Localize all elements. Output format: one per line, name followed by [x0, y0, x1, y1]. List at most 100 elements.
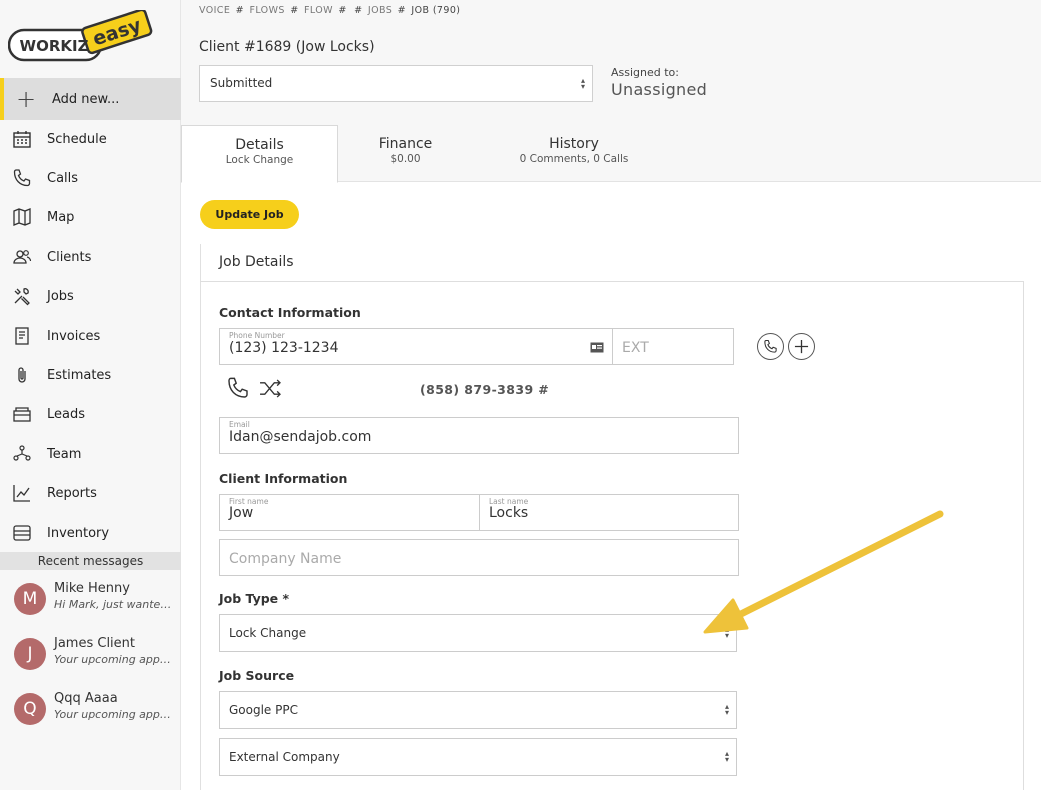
sidebar-item-label: Team [47, 446, 82, 462]
avatar: M [14, 583, 46, 615]
message-sender: James Client [54, 636, 136, 651]
sidebar-item-estimates[interactable]: Estimates [0, 357, 181, 393]
breadcrumb-separator: # [354, 5, 363, 16]
tracking-phone-number: (858) 879-3839 # [420, 382, 550, 397]
tab-title: Details [235, 137, 284, 153]
phone-field-value: (123) 123-1234 [229, 340, 339, 356]
breadcrumb-flows[interactable]: FLOWS [249, 5, 284, 16]
job-type-select[interactable]: Lock Change ▴ ▾ [219, 614, 737, 652]
client-section-title: Client Information [219, 471, 348, 486]
message-preview: Your upcoming appointment [54, 708, 176, 721]
avatar: Q [14, 693, 46, 725]
tools-icon [14, 288, 30, 306]
page-title[interactable]: Client #1689 (Jow Locks) [199, 39, 375, 55]
sidebar-item-jobs[interactable]: Jobs [0, 278, 181, 314]
leads-icon [13, 407, 31, 422]
breadcrumb-separator: # [397, 5, 406, 16]
breadcrumb-voice[interactable]: VOICE [199, 5, 230, 16]
team-icon [13, 445, 31, 461]
contact-card-icon[interactable] [590, 342, 604, 353]
tab-title: Finance [378, 136, 433, 152]
external-company-select[interactable]: External Company ▴ ▾ [219, 738, 737, 776]
job-type-title: Job Type * [219, 591, 290, 606]
tab-details[interactable]: Details Lock Change [181, 125, 338, 183]
job-details-title: Job Details [219, 254, 294, 270]
sidebar-item-map[interactable]: Map [0, 199, 181, 235]
message-item[interactable]: Q Qqq Aaaa Your upcoming appointment [0, 687, 181, 739]
sidebar-item-label: Calls [47, 170, 79, 186]
breadcrumb-separator: # [290, 5, 299, 16]
inventory-icon [13, 525, 31, 541]
sidebar-item-leads[interactable]: Leads [0, 396, 181, 432]
sidebar-item-label: Clients [47, 249, 92, 265]
message-preview: Your upcoming appointment [54, 653, 176, 666]
sidebar-item-schedule[interactable]: Schedule [0, 121, 181, 157]
main-content: VOICE # FLOWS # FLOW # # JOBS # JOB (790… [181, 0, 1041, 790]
ext-placeholder: EXT [622, 340, 649, 356]
breadcrumb-jobs[interactable]: JOBS [368, 5, 392, 16]
sidebar-item-team[interactable]: Team [0, 436, 181, 472]
chart-icon [13, 485, 30, 502]
phone-field[interactable]: Phone Number (123) 123-1234 [219, 328, 613, 365]
contact-section-title: Contact Information [219, 305, 361, 320]
phone-field-label: Phone Number [229, 331, 285, 340]
assigned-value[interactable]: Unassigned [611, 80, 707, 99]
email-field-value: Idan@sendajob.com [229, 429, 372, 445]
sidebar-item-label: Estimates [47, 367, 112, 383]
company-name-field[interactable]: Company Name [219, 539, 739, 576]
sidebar-item-calls[interactable]: Calls [0, 160, 181, 196]
add-phone-button[interactable] [788, 333, 815, 360]
job-source-title: Job Source [219, 668, 295, 683]
job-header: VOICE # FLOWS # FLOW # # JOBS # JOB (790… [181, 0, 1041, 183]
job-type-value: Lock Change [229, 626, 307, 640]
phone-icon [764, 339, 777, 353]
sidebar-item-reports[interactable]: Reports [0, 475, 181, 511]
sidebar-item-label: Map [47, 209, 75, 225]
message-item[interactable]: J James Client Your upcoming appointment [0, 632, 181, 684]
company-name-placeholder: Company Name [229, 551, 342, 567]
tab-history[interactable]: History 0 Comments, 0 Calls [491, 125, 657, 182]
tab-subtitle: 0 Comments, 0 Calls [519, 153, 629, 165]
tab-title: History [549, 136, 599, 152]
message-sender: Mike Henny [54, 581, 130, 596]
status-select[interactable]: Submitted ▴ ▾ [199, 65, 593, 102]
shuffle-icon[interactable] [259, 379, 282, 398]
sidebar-item-inventory[interactable]: Inventory [0, 515, 181, 551]
email-field-label: Email [229, 420, 250, 429]
map-icon [13, 208, 31, 226]
select-arrows-icon: ▴ ▾ [580, 76, 585, 91]
email-field[interactable]: Email Idan@sendajob.com [219, 417, 739, 454]
calendar-icon [13, 131, 31, 148]
sidebar-item-label: Jobs [47, 288, 74, 304]
update-job-button[interactable]: Update Job [200, 200, 299, 229]
ext-field[interactable]: EXT [612, 328, 734, 365]
select-arrows-icon: ▴ ▾ [724, 749, 729, 764]
workiz-logo[interactable]: easy WORKIZ [8, 10, 154, 62]
tab-finance[interactable]: Finance $0.00 [338, 125, 473, 182]
last-name-field[interactable]: Last name Locks [479, 494, 739, 531]
select-arrows-icon: ▴ ▾ [724, 702, 729, 717]
breadcrumb-current: JOB (790) [411, 5, 461, 16]
add-new-button[interactable]: + Add new... [0, 78, 181, 120]
tab-subtitle: Lock Change [225, 154, 294, 166]
message-preview: Hi Mark, just wanted to [54, 598, 176, 611]
last-name-value: Locks [489, 505, 529, 521]
plus-icon [794, 339, 809, 354]
sidebar-item-invoices[interactable]: Invoices [0, 318, 181, 354]
message-item[interactable]: M Mike Henny Hi Mark, just wanted to [0, 577, 181, 629]
invoice-icon [15, 327, 29, 345]
sidebar-item-label: Reports [47, 485, 97, 501]
tab-subtitle: $0.00 [390, 153, 421, 165]
sidebar: easy WORKIZ + Add new... Schedule Calls … [0, 0, 181, 790]
clients-icon [13, 250, 32, 264]
sidebar-item-clients[interactable]: Clients [0, 239, 181, 275]
assigned-label: Assigned to: [611, 66, 679, 79]
phone-icon[interactable] [226, 376, 250, 400]
job-source-select[interactable]: Google PPC ▴ ▾ [219, 691, 737, 729]
first-name-field[interactable]: First name Jow [219, 494, 480, 531]
external-company-value: External Company [229, 750, 340, 764]
call-button[interactable] [757, 333, 784, 360]
breadcrumb-flow[interactable]: FLOW [304, 5, 333, 16]
job-source-value: Google PPC [229, 703, 298, 717]
recent-messages-header: Recent messages [0, 552, 181, 570]
